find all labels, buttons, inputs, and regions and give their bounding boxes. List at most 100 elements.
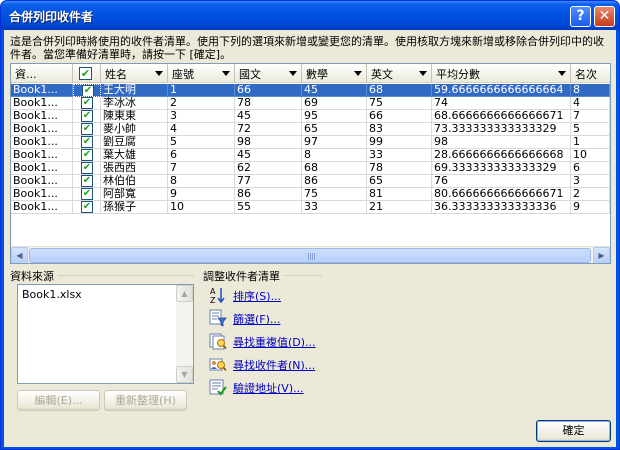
cell-seat-number: 9 bbox=[168, 188, 235, 201]
cell-checkbox: ✔ bbox=[73, 149, 101, 162]
recipient-checkbox[interactable]: ✔ bbox=[81, 123, 93, 135]
dropdown-arrow-icon[interactable] bbox=[419, 71, 427, 76]
recipient-checkbox[interactable]: ✔ bbox=[81, 110, 93, 122]
cell-chinese: 55 bbox=[235, 201, 302, 214]
filter-label: 篩選(F)... bbox=[233, 313, 281, 326]
cell-chinese: 86 bbox=[235, 188, 302, 201]
column-header-chinese[interactable]: 國文 bbox=[235, 64, 302, 83]
cell-average: 28.6666666666666668 bbox=[432, 149, 571, 162]
column-header-select-all[interactable]: ✔ bbox=[73, 64, 101, 83]
cell-source: Book1... bbox=[11, 136, 73, 149]
close-button[interactable]: ✕ bbox=[594, 6, 615, 27]
column-header-rank[interactable]: 名次 bbox=[571, 64, 610, 83]
table-row[interactable]: Book1... ✔ 林伯伯 8 77 86 65 76 3 bbox=[11, 175, 610, 188]
select-all-checkbox[interactable]: ✔ bbox=[79, 67, 92, 80]
svg-text:Z: Z bbox=[210, 296, 216, 304]
cell-name: 劉豆腐 bbox=[101, 136, 168, 149]
recipient-checkbox[interactable]: ✔ bbox=[81, 201, 93, 213]
cell-math: 33 bbox=[302, 201, 367, 214]
cell-checkbox: ✔ bbox=[73, 175, 101, 188]
cell-math: 65 bbox=[302, 123, 367, 136]
table-row[interactable]: Book1... ✔ 王大明 1 66 45 68 59.6666666666666664 8 bbox=[11, 84, 610, 97]
cell-average: 98 bbox=[432, 136, 571, 149]
scroll-left-icon[interactable]: ◀ bbox=[11, 247, 28, 263]
cell-name: 麥小帥 bbox=[101, 123, 168, 136]
title-bar[interactable]: 合併列印收件者 ? ✕ bbox=[1, 1, 619, 30]
cell-rank: 2 bbox=[571, 188, 610, 201]
cell-checkbox: ✔ bbox=[73, 110, 101, 123]
column-header-label: 英文 bbox=[371, 68, 393, 81]
recipient-checkbox[interactable]: ✔ bbox=[81, 97, 93, 109]
validate-addresses-label: 驗證地址(V)... bbox=[233, 382, 304, 395]
table-row[interactable]: Book1... ✔ 孫猴子 10 55 33 21 36.333333333333336 9 bbox=[11, 201, 610, 214]
column-header-label: 平均分數 bbox=[436, 68, 480, 81]
column-header-math[interactable]: 數學 bbox=[302, 64, 367, 83]
edit-button[interactable]: 編輯(E)... bbox=[17, 390, 100, 411]
column-header-source[interactable]: 資... bbox=[11, 64, 73, 83]
cell-average: 74 bbox=[432, 97, 571, 110]
cell-rank: 1 bbox=[571, 136, 610, 149]
table-row[interactable]: Book1... ✔ 劉豆腐 5 98 97 99 98 1 bbox=[11, 136, 610, 149]
refresh-button[interactable]: 重新整理(H) bbox=[104, 390, 187, 411]
column-header-seat-number[interactable]: 座號 bbox=[168, 64, 235, 83]
cell-english: 66 bbox=[367, 110, 432, 123]
cell-checkbox: ✔ bbox=[73, 201, 101, 214]
cell-chinese: 98 bbox=[235, 136, 302, 149]
sort-icon: A Z bbox=[210, 287, 225, 304]
cell-average: 59.6666666666666664 bbox=[432, 84, 571, 97]
column-header-label: 姓名 bbox=[105, 68, 127, 81]
list-item[interactable]: Book1.xlsx bbox=[22, 288, 82, 301]
recipient-checkbox[interactable]: ✔ bbox=[82, 85, 94, 96]
recipient-checkbox[interactable]: ✔ bbox=[81, 136, 93, 148]
scroll-up-icon[interactable]: ▲ bbox=[176, 285, 193, 302]
column-header-average[interactable]: 平均分數 bbox=[432, 64, 571, 83]
cell-english: 81 bbox=[367, 188, 432, 201]
column-header-label: 資... bbox=[15, 68, 37, 81]
ok-button[interactable]: 確定 bbox=[536, 420, 611, 442]
cell-average: 36.333333333333336 bbox=[432, 201, 571, 214]
dropdown-arrow-icon[interactable] bbox=[558, 71, 566, 76]
table-row[interactable]: Book1... ✔ 李冰冰 2 78 69 75 74 4 bbox=[11, 97, 610, 110]
recipient-checkbox[interactable]: ✔ bbox=[81, 188, 93, 200]
vertical-scrollbar[interactable]: ▲ ▼ bbox=[176, 285, 193, 383]
cell-chinese: 72 bbox=[235, 123, 302, 136]
cell-math: 95 bbox=[302, 110, 367, 123]
validate-addresses-icon bbox=[209, 379, 227, 396]
table-row[interactable]: Book1... ✔ 陳東東 3 45 95 66 68.6666666666666671 7 bbox=[11, 110, 610, 123]
cell-seat-number: 7 bbox=[168, 162, 235, 175]
recipients-grid[interactable]: 資... ✔ 姓名 座號 國文 數學 英文 平均分數 名次 Book1... ✔… bbox=[10, 63, 611, 264]
cell-math: 68 bbox=[302, 162, 367, 175]
dropdown-arrow-icon[interactable] bbox=[354, 71, 362, 76]
scroll-right-icon[interactable]: ▶ bbox=[593, 247, 610, 263]
column-header-name[interactable]: 姓名 bbox=[101, 64, 168, 83]
find-recipient-icon bbox=[209, 358, 227, 371]
cell-rank: 3 bbox=[571, 175, 610, 188]
cell-checkbox: ✔ bbox=[73, 123, 101, 136]
table-row[interactable]: Book1... ✔ 麥小帥 4 72 65 83 73.333333333333329 5 bbox=[11, 123, 610, 136]
horizontal-scrollbar[interactable]: ◀ ▶ bbox=[11, 246, 610, 263]
filter-icon bbox=[209, 309, 227, 327]
dropdown-arrow-icon[interactable] bbox=[222, 71, 230, 76]
cell-rank: 9 bbox=[571, 201, 610, 214]
cell-english: 99 bbox=[367, 136, 432, 149]
data-source-label: 資料來源 bbox=[10, 268, 58, 284]
cell-name: 孫猴子 bbox=[101, 201, 168, 214]
cell-math: 45 bbox=[302, 84, 367, 97]
dropdown-arrow-icon[interactable] bbox=[155, 71, 163, 76]
column-header-label: 名次 bbox=[575, 68, 597, 81]
help-button[interactable]: ? bbox=[570, 6, 591, 27]
table-row[interactable]: Book1... ✔ 葉大雄 6 45 8 33 28.6666666666666668 10 bbox=[11, 149, 610, 162]
dropdown-arrow-icon[interactable] bbox=[289, 71, 297, 76]
grid-header: 資... ✔ 姓名 座號 國文 數學 英文 平均分數 名次 bbox=[11, 64, 610, 83]
recipient-checkbox[interactable]: ✔ bbox=[81, 162, 93, 174]
data-source-list[interactable]: Book1.xlsx ▲ ▼ bbox=[17, 284, 194, 384]
column-header-english[interactable]: 英文 bbox=[367, 64, 432, 83]
recipient-checkbox[interactable]: ✔ bbox=[81, 149, 93, 161]
scroll-down-icon[interactable]: ▼ bbox=[176, 366, 193, 383]
recipient-checkbox[interactable]: ✔ bbox=[81, 175, 93, 187]
scroll-thumb[interactable] bbox=[29, 248, 591, 263]
table-row[interactable]: Book1... ✔ 阿部寬 9 86 75 81 80.6666666666666671 2 bbox=[11, 188, 610, 201]
mail-merge-recipients-dialog: 合併列印收件者 ? ✕ 這是合併列印時將使用的收件者清單。使用下列的選項來新增或… bbox=[0, 0, 620, 450]
table-row[interactable]: Book1... ✔ 張西西 7 62 68 78 69.333333333333329 6 bbox=[11, 162, 610, 175]
cell-checkbox: ✔ bbox=[73, 162, 101, 175]
